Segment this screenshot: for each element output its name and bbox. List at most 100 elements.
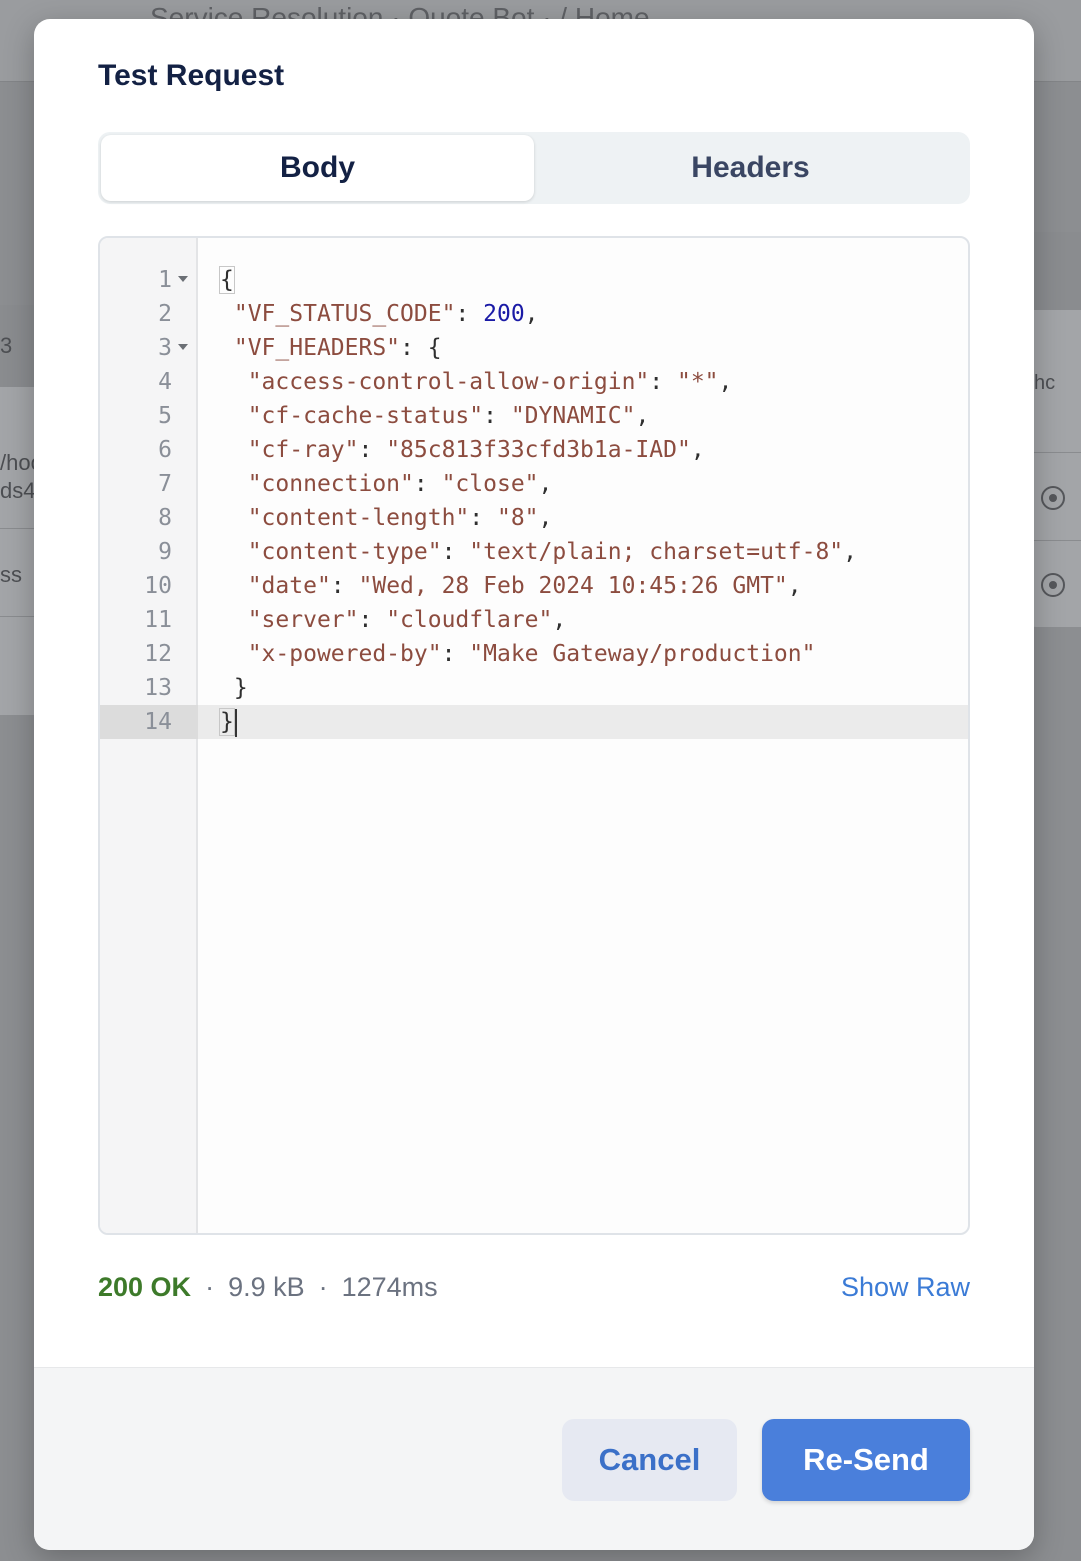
json-colon: : [483, 403, 511, 429]
code-bracket: } [233, 675, 248, 701]
line-number: 3 [158, 335, 172, 361]
code-text: "VF_STATUS_CODE": 200, [220, 297, 539, 331]
json-colon: : [358, 437, 387, 463]
cancel-button[interactable]: Cancel [562, 1419, 737, 1501]
code-text: } [219, 705, 237, 739]
json-punctuation: , [843, 539, 858, 565]
code-line: 14} [100, 705, 968, 739]
code-text: "content-length": "8", [220, 501, 553, 535]
json-value: "Wed, 28 Feb 2024 10:45:26 GMT" [358, 573, 788, 599]
tab-body[interactable]: Body [101, 135, 534, 201]
json-key: "VF_STATUS_CODE" [233, 301, 456, 327]
show-raw-link[interactable]: Show Raw [841, 1269, 970, 1305]
line-number: 6 [158, 437, 172, 463]
code-line: 13 } [100, 671, 968, 705]
response-time: 1274ms [341, 1271, 438, 1302]
line-number: 7 [158, 471, 172, 497]
status-code: 200 OK [98, 1271, 192, 1302]
background-right-text: hc [1034, 372, 1056, 394]
line-number: 2 [158, 301, 172, 327]
code-text: "server": "cloudflare", [220, 603, 567, 637]
code-line: 11 "server": "cloudflare", [100, 603, 968, 637]
line-number: 5 [158, 403, 172, 429]
line-number: 14 [144, 709, 172, 735]
json-value: "Make Gateway/production" [469, 641, 816, 667]
background-divider [1030, 452, 1081, 453]
line-number: 1 [158, 267, 172, 293]
json-value: "DYNAMIC" [510, 403, 636, 429]
code-text: "connection": "close", [220, 467, 553, 501]
background-right-header [1030, 232, 1081, 310]
resend-button[interactable]: Re-Send [762, 1419, 970, 1501]
code-line: 8 "content-length": "8", [100, 501, 968, 535]
code-text: "content-type": "text/plain; charset=utf… [220, 535, 857, 569]
json-value: "85c813f33cfd3b1a-IAD" [386, 437, 691, 463]
line-number: 12 [144, 641, 172, 667]
json-value: "8" [496, 505, 539, 531]
response-code-editor[interactable]: 1{2 "VF_STATUS_CODE": 200, 3 "VF_HEADERS"… [98, 236, 970, 1235]
json-key: "VF_HEADERS" [233, 335, 401, 361]
text-cursor [234, 708, 237, 737]
code-text: "x-powered-by": "Make Gateway/production… [220, 637, 816, 671]
json-key: "server" [247, 607, 359, 633]
json-punctuation: , [538, 505, 553, 531]
modal-title: Test Request [98, 59, 285, 92]
response-size: 9.9 kB [228, 1271, 305, 1302]
line-number: 10 [144, 573, 172, 599]
response-status-bar: 200 OK · 9.9 kB · 1274ms [98, 1269, 438, 1305]
json-punctuation: , [787, 573, 802, 599]
code-line: 5 "cf-cache-status": "DYNAMIC", [100, 399, 968, 433]
code-bracket: } [219, 708, 235, 736]
code-line: 1{ [100, 263, 968, 297]
code-text: "access-control-allow-origin": "*", [220, 365, 733, 399]
code-text: "date": "Wed, 28 Feb 2024 10:45:26 GMT", [220, 569, 802, 603]
json-colon: : [413, 471, 442, 497]
json-punctuation: , [635, 403, 650, 429]
code-text: "cf-ray": "85c813f33cfd3b1a-IAD", [220, 433, 705, 467]
status-separator: · [318, 1271, 328, 1302]
json-value: "close" [441, 471, 539, 497]
json-colon: : [469, 505, 497, 531]
code-line: 2 "VF_STATUS_CODE": 200, [100, 297, 968, 331]
json-key: "content-type" [247, 539, 442, 565]
background-left-text-1: 3 [0, 333, 13, 358]
line-number: 13 [144, 675, 172, 701]
fold-toggle-icon[interactable] [178, 344, 188, 350]
code-line: 12 "x-powered-by": "Make Gateway/product… [100, 637, 968, 671]
line-number: 4 [158, 369, 172, 395]
json-punctuation: , [552, 607, 567, 633]
test-request-modal: Test Request Body Headers 1{2 "VF_STATUS… [34, 19, 1034, 1550]
code-line: 7 "connection": "close", [100, 467, 968, 501]
json-colon: : [441, 539, 470, 565]
background-left-text-4: ss [0, 562, 22, 587]
json-key: "cf-cache-status" [247, 403, 484, 429]
tab-group: Body Headers [98, 132, 970, 204]
code-line: 3 "VF_HEADERS": { [100, 331, 968, 365]
line-number: 11 [144, 607, 172, 633]
tab-headers[interactable]: Headers [534, 135, 967, 201]
json-colon: : [358, 607, 387, 633]
json-punctuation: , [524, 301, 539, 327]
status-separator: · [205, 1271, 215, 1302]
json-key: "x-powered-by" [247, 641, 442, 667]
json-colon: : [441, 641, 470, 667]
json-colon: : [330, 573, 359, 599]
line-number: 8 [158, 505, 172, 531]
code-line: 6 "cf-ray": "85c813f33cfd3b1a-IAD", [100, 433, 968, 467]
code-bracket: { [219, 266, 235, 294]
json-key: "date" [247, 573, 331, 599]
code-text: "cf-cache-status": "DYNAMIC", [220, 399, 650, 433]
code-line: 4 "access-control-allow-origin": "*", [100, 365, 968, 399]
background-radio-icon [1041, 573, 1065, 597]
json-colon: : [400, 335, 428, 361]
background-radio-icon [1041, 486, 1065, 510]
json-colon: : [649, 369, 677, 395]
code-line: 10 "date": "Wed, 28 Feb 2024 10:45:26 GM… [100, 569, 968, 603]
code-text: } [220, 671, 248, 705]
json-key: "cf-ray" [247, 437, 359, 463]
fold-toggle-icon[interactable] [178, 276, 188, 282]
background-divider [0, 616, 36, 617]
code-line: 9 "content-type": "text/plain; charset=u… [100, 535, 968, 569]
json-value: "*" [676, 369, 719, 395]
json-colon: : [455, 301, 484, 327]
